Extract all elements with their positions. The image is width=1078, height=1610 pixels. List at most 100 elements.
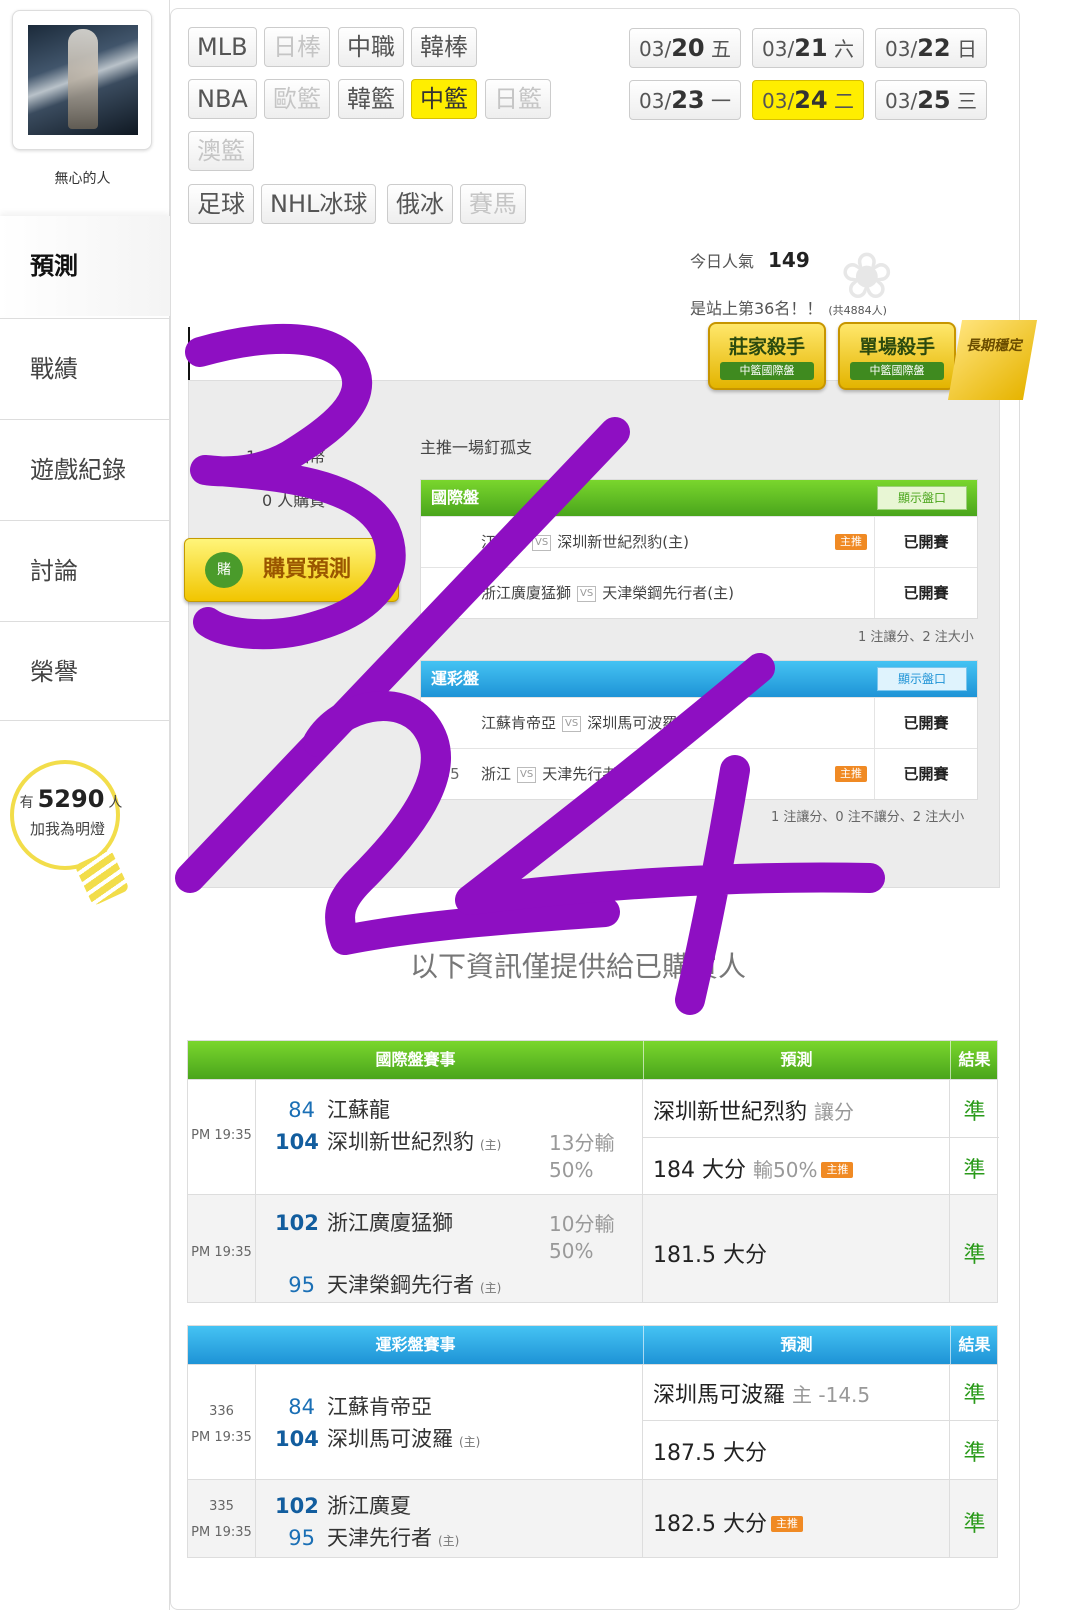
game-time: 336 PM 19:35 xyxy=(188,1365,256,1479)
follow-lightbulb-link[interactable]: 加我為明燈 xyxy=(20,818,115,839)
league-chip[interactable]: MLB xyxy=(188,27,257,67)
popularity-today: 今日人氣 149 xyxy=(690,248,810,272)
spread-result: 13分輸 50% xyxy=(549,1131,615,1182)
league-chip[interactable]: 足球 xyxy=(188,184,254,224)
league-chip: 賽馬 xyxy=(460,184,526,224)
intl-odds-header: 國際盤 顯示盤口 xyxy=(421,480,977,516)
league-chip[interactable]: 中職 xyxy=(338,27,404,67)
date-button[interactable]: 03/25 三 xyxy=(875,80,987,120)
table-row: PM 19:35 84 江蘇龍 104 深圳新世紀烈豹 (主) 13分輸 50% 深圳新… xyxy=(188,1079,999,1194)
prediction: 184 大分 輸50% 主推 xyxy=(653,1152,854,1184)
table-row: 江蘇肯帝亞 VS 深圳馬可波羅(主) 已開賽 xyxy=(421,697,977,748)
league-chip-selected[interactable]: 中籃 xyxy=(411,79,477,119)
lottery-results-table: 運彩盤賽事 預測 結果 336 PM 19:35 84 江蘇肯帝亞 104 深圳馬可波… xyxy=(187,1325,999,1558)
column-header: 運彩盤賽事 xyxy=(375,1335,456,1354)
lottery-odds-table: 運彩盤 顯示盤口 江蘇肯帝亞 VS 深圳馬可波羅(主) 已開賽 335 浙江 VS 天津… xyxy=(420,660,978,800)
game-status: 已開賽 xyxy=(874,749,977,799)
avatar[interactable] xyxy=(12,10,152,150)
result-correct: 準 xyxy=(963,1243,986,1268)
result-cell: 準 準 xyxy=(950,1080,999,1194)
result-correct: 準 xyxy=(963,1383,986,1408)
result-correct: 準 xyxy=(963,1441,986,1466)
badge-subtitle: 中籃國際盤 xyxy=(850,362,944,380)
teams-cell: 84 江蘇龍 104 深圳新世紀烈豹 (主) 13分輸 50% xyxy=(257,1080,643,1194)
column-header: 國際盤賽事 xyxy=(375,1050,456,1069)
game-number: 335 xyxy=(431,765,460,783)
table-row: 335 浙江 VS 天津先行者(主) 主推 已開賽 xyxy=(421,748,977,799)
date-button[interactable]: 03/23 一 xyxy=(629,80,741,120)
home-team: 95 天津先行者 (主) xyxy=(288,1526,460,1550)
league-chip: 歐籃 xyxy=(264,79,330,119)
nav-tab-honors[interactable]: 榮譽 xyxy=(0,621,170,721)
intl-odds-table: 國際盤 顯示盤口 江蘇龍 VS 深圳新世紀烈豹(主) 主推 已開賽 浙江廣廈猛獅 VS… xyxy=(420,479,978,619)
date-button[interactable]: 03/22 日 xyxy=(875,28,987,68)
result-cell: 準 xyxy=(950,1195,999,1302)
prediction: 深圳馬可波羅 主 -14.5 xyxy=(653,1383,871,1408)
prediction-cell: 深圳馬可波羅 主 -14.5 187.5 大分 xyxy=(643,1365,950,1479)
show-odds-button[interactable]: 顯示盤口 xyxy=(877,486,967,510)
column-header: 預測 xyxy=(780,1335,813,1354)
prediction: 181.5 大分 xyxy=(653,1243,767,1268)
table-row: 335 PM 19:35 102 浙江廣夏 95 天津先行者 (主) 182.5 大分主… xyxy=(188,1479,997,1557)
prediction-cell: 181.5 大分 xyxy=(643,1195,950,1302)
table-row: 浙江廣廈猛獅 VS 天津榮鋼先行者(主) 已開賽 xyxy=(421,567,977,618)
buyers-only-notice: 以下資訊僅提供給已購買人 xyxy=(410,950,747,983)
column-header: 結果 xyxy=(958,1050,991,1069)
game-status: 已開賽 xyxy=(874,568,977,618)
main-pick-summary: 主推一場釘孤支 xyxy=(420,438,533,457)
table-title: 運彩盤 xyxy=(431,669,480,688)
nav-tab-predictions[interactable]: 預測 xyxy=(0,216,170,316)
main-pick-tag: 主推 xyxy=(835,766,867,782)
buyer-count: 0 人購買 xyxy=(262,491,326,510)
table-title: 國際盤 xyxy=(431,488,480,507)
away-team: 84 江蘇龍 xyxy=(288,1098,390,1122)
vs-icon: VS xyxy=(517,767,537,783)
nav-tab-game-log[interactable]: 遊戲紀錄 xyxy=(0,419,170,519)
badge-title: 單場殺手 xyxy=(858,336,935,358)
nav-tab-discussion[interactable]: 討論 xyxy=(0,520,170,620)
home-team: 104 深圳馬可波羅 (主) xyxy=(275,1427,481,1451)
date-button[interactable]: 03/20 五 xyxy=(629,28,741,68)
matchup: 浙江 VS 天津先行者(主) xyxy=(481,765,644,783)
game-number: 336 xyxy=(209,1404,234,1419)
result-correct: 準 xyxy=(963,1512,986,1537)
lottery-odds-header: 運彩盤 顯示盤口 xyxy=(421,661,977,697)
result-cell: 準 xyxy=(950,1480,999,1557)
league-chip: 日籃 xyxy=(485,79,551,119)
league-chip[interactable]: NHL冰球 xyxy=(261,184,377,224)
price-coins: 1 點幣 xyxy=(246,447,326,466)
game-time: 335 PM 19:35 xyxy=(188,1480,256,1557)
league-chip[interactable]: 韓籃 xyxy=(338,79,404,119)
date-button-selected[interactable]: 03/24 二 xyxy=(752,80,864,120)
column-header: 結果 xyxy=(958,1335,991,1354)
main-pick-tag: 主推 xyxy=(835,534,867,550)
vs-icon: VS xyxy=(562,716,582,732)
teams-cell: 84 江蘇肯帝亞 104 深圳馬可波羅 (主) xyxy=(257,1365,643,1479)
result-correct: 準 xyxy=(963,1100,986,1125)
badge-subtitle: 中籃國際盤 xyxy=(720,362,814,380)
vs-icon: VS xyxy=(532,535,552,551)
away-team: 102 浙江廣廈猛獅 xyxy=(275,1211,453,1235)
result-cell: 準 準 xyxy=(950,1365,999,1479)
away-team: 102 浙江廣夏 xyxy=(275,1494,411,1518)
league-chip[interactable]: NBA xyxy=(188,79,257,119)
show-odds-button[interactable]: 顯示盤口 xyxy=(877,667,967,691)
sidebar: 無心的人 預測 戰績 遊戲紀錄 討論 榮譽 有 5290 人 加我為明燈 xyxy=(0,0,170,1610)
badge-title: 莊家殺手 xyxy=(728,336,805,358)
teams-cell: 102 浙江廣廈猛獅 95 天津榮鋼先行者 (主) 10分輸 50% xyxy=(257,1195,643,1302)
league-chip: 澳籃 xyxy=(188,131,254,171)
league-chip[interactable]: 韓棒 xyxy=(411,27,477,67)
prediction: 深圳新世紀烈豹 讓分 xyxy=(653,1100,855,1125)
table-header: 運彩盤賽事 預測 結果 xyxy=(188,1326,997,1364)
league-chip[interactable]: 俄冰 xyxy=(387,184,453,224)
main-pick-tag: 主推 xyxy=(821,1162,854,1178)
table-header: 國際盤賽事 預測 結果 xyxy=(188,1041,997,1079)
prediction: 182.5 大分 主推 xyxy=(653,1506,803,1538)
table-row: PM 19:35 102 浙江廣廈猛獅 95 天津榮鋼先行者 (主) 10分輸 50% … xyxy=(188,1194,997,1302)
date-button[interactable]: 03/21 六 xyxy=(752,28,864,68)
teams-cell: 102 浙江廣夏 95 天津先行者 (主) xyxy=(257,1480,643,1557)
away-team: 84 江蘇肯帝亞 xyxy=(288,1395,432,1419)
intl-bet-summary: 1 注讓分、2 注大小 xyxy=(858,630,974,645)
nav-tab-record[interactable]: 戰績 xyxy=(0,318,170,418)
bet-coin-icon: 賭 xyxy=(205,552,243,588)
